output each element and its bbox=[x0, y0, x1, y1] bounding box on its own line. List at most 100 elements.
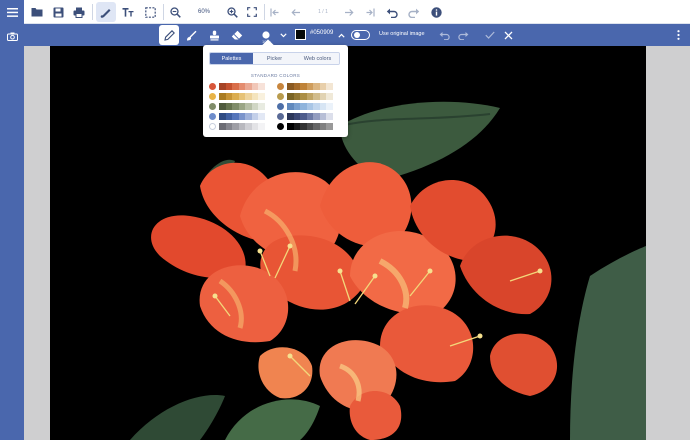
print-button[interactable] bbox=[70, 2, 88, 22]
toolbar-separator bbox=[92, 4, 93, 20]
palette-swatch-row bbox=[219, 93, 265, 100]
open-button[interactable] bbox=[28, 2, 46, 22]
palette-base-color[interactable] bbox=[277, 113, 284, 120]
pencil-icon bbox=[163, 29, 175, 41]
color-popover-toggle[interactable] bbox=[335, 25, 347, 45]
marquee-icon bbox=[144, 6, 156, 18]
text-icon bbox=[122, 8, 134, 17]
brush-redo-button[interactable] bbox=[455, 25, 471, 45]
tab-palettes[interactable]: Palettes bbox=[210, 53, 253, 64]
palette-swatch[interactable] bbox=[258, 83, 265, 90]
zoom-value: 60% bbox=[197, 9, 210, 15]
toggle-knob bbox=[354, 32, 360, 38]
palette-swatch[interactable] bbox=[258, 123, 265, 130]
stamp-icon bbox=[209, 30, 219, 40]
zoom-level[interactable]: 60% bbox=[191, 2, 217, 22]
brush-options-bar: 10px #050909 Use original image bbox=[24, 24, 690, 46]
fit-screen-icon bbox=[247, 7, 257, 17]
image-canvas[interactable] bbox=[50, 46, 646, 440]
checkmark-icon bbox=[485, 31, 495, 39]
info-icon bbox=[430, 6, 442, 18]
cancel-button[interactable] bbox=[500, 25, 516, 45]
redo-icon bbox=[408, 8, 420, 18]
flower-photo bbox=[50, 46, 646, 440]
use-original-image-toggle[interactable] bbox=[351, 30, 370, 40]
undo-button[interactable] bbox=[383, 2, 401, 22]
redo-button[interactable] bbox=[405, 2, 423, 22]
brush-tool-button[interactable] bbox=[182, 25, 200, 45]
brush-undo-button[interactable] bbox=[436, 25, 452, 45]
brush-size-dropdown[interactable] bbox=[276, 25, 290, 45]
hamburger-menu-button[interactable] bbox=[0, 0, 24, 24]
palette-base-color[interactable] bbox=[277, 123, 284, 130]
palette-swatch[interactable] bbox=[326, 113, 333, 120]
palette-swatch-row bbox=[287, 103, 333, 110]
palette-base-color[interactable] bbox=[277, 83, 284, 90]
palette-swatch[interactable] bbox=[326, 103, 333, 110]
text-tool-button[interactable] bbox=[119, 2, 137, 22]
draw-tool-button[interactable] bbox=[96, 2, 116, 22]
palette-swatch-row bbox=[219, 83, 265, 90]
palette-swatch-row bbox=[287, 123, 333, 130]
undo-icon bbox=[439, 31, 450, 40]
palette-swatch[interactable] bbox=[326, 123, 333, 130]
next-page-button[interactable] bbox=[341, 2, 357, 22]
camera-icon bbox=[6, 32, 18, 41]
palette-base-color[interactable] bbox=[209, 123, 216, 130]
palette-base-color[interactable] bbox=[209, 93, 216, 100]
save-button[interactable] bbox=[49, 2, 67, 22]
pen-tool-button[interactable] bbox=[159, 25, 179, 45]
chevron-up-icon bbox=[337, 33, 345, 38]
fit-to-screen-button[interactable] bbox=[244, 2, 260, 22]
palette-swatch[interactable] bbox=[258, 113, 265, 120]
arrow-right-icon bbox=[345, 8, 354, 16]
palette-swatch[interactable] bbox=[258, 93, 265, 100]
palette-base-color[interactable] bbox=[209, 113, 216, 120]
app-side-strip bbox=[0, 0, 24, 440]
more-options-button[interactable] bbox=[672, 25, 684, 45]
hamburger-icon bbox=[6, 7, 18, 17]
palette-swatch[interactable] bbox=[326, 83, 333, 90]
palette-swatch-row bbox=[219, 123, 265, 130]
palette-swatch-row bbox=[287, 113, 333, 120]
zoom-in-button[interactable] bbox=[224, 2, 240, 22]
current-color-swatch[interactable] bbox=[295, 29, 306, 40]
current-color-hex: #050909 bbox=[310, 30, 334, 36]
use-original-image-label: Use original image bbox=[379, 31, 425, 37]
palette-swatch[interactable] bbox=[326, 93, 333, 100]
floppy-icon bbox=[53, 7, 63, 17]
toolbar-separator bbox=[163, 4, 164, 20]
apply-button[interactable] bbox=[482, 25, 498, 45]
toolbar-separator bbox=[264, 4, 265, 20]
stamp-tool-button[interactable] bbox=[205, 25, 223, 45]
palette-base-color[interactable] bbox=[209, 103, 216, 110]
printer-icon bbox=[73, 7, 85, 18]
palette-base-color[interactable] bbox=[209, 83, 216, 90]
color-mode-tabs: Palettes Picker Web colors bbox=[209, 52, 340, 65]
tab-web-colors[interactable]: Web colors bbox=[296, 53, 339, 64]
zoom-in-icon bbox=[226, 6, 238, 18]
tab-picker[interactable]: Picker bbox=[253, 53, 296, 64]
selection-tool-button[interactable] bbox=[141, 2, 159, 22]
previous-page-button[interactable] bbox=[288, 2, 304, 22]
brush-icon bbox=[186, 30, 196, 40]
zoom-out-button[interactable] bbox=[167, 2, 183, 22]
redo-icon bbox=[457, 31, 468, 40]
eraser-tool-button[interactable] bbox=[228, 25, 246, 45]
first-page-button[interactable] bbox=[267, 2, 283, 22]
close-icon bbox=[504, 31, 512, 39]
palette-swatch[interactable] bbox=[258, 103, 265, 110]
canvas-area[interactable] bbox=[24, 46, 690, 440]
snapshot-button[interactable] bbox=[0, 26, 24, 46]
last-page-button[interactable] bbox=[362, 2, 378, 22]
kebab-menu-icon bbox=[676, 30, 680, 40]
palette-swatch-row bbox=[287, 93, 333, 100]
palette-base-color[interactable] bbox=[277, 103, 284, 110]
palette-swatch-row bbox=[287, 83, 333, 90]
first-page-icon bbox=[270, 8, 279, 16]
chevron-down-icon bbox=[279, 32, 287, 37]
palette-base-color[interactable] bbox=[277, 93, 284, 100]
page-indicator-text: 1 / 1 bbox=[318, 9, 328, 15]
info-button[interactable] bbox=[428, 2, 444, 22]
zoom-out-icon bbox=[169, 6, 181, 18]
